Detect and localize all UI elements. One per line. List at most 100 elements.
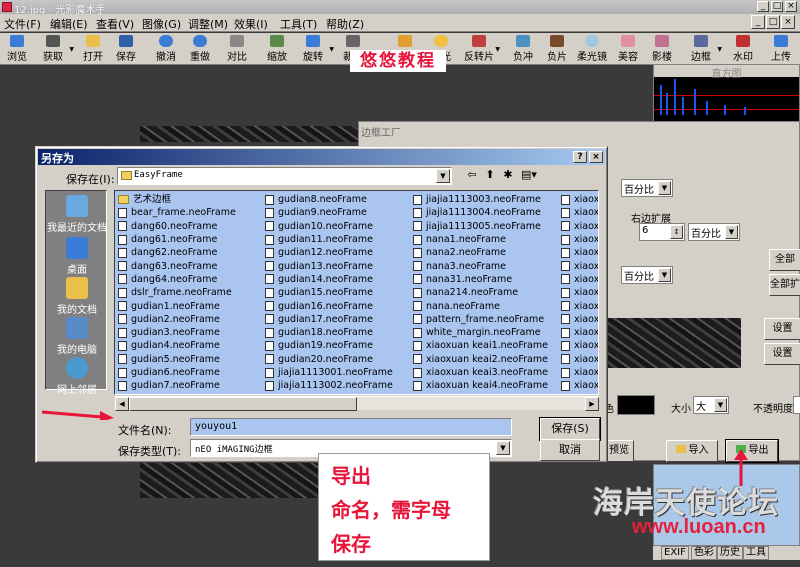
file-item[interactable]: 艺术边框 xyxy=(118,193,236,206)
file-item[interactable]: nana3.neoFrame xyxy=(413,259,548,272)
unit-select-1[interactable]: 百分比 ▼ xyxy=(621,179,673,197)
preview-button[interactable]: 预览 xyxy=(604,440,634,462)
file-item[interactable]: gudian18.neoFrame xyxy=(265,326,393,339)
file-item[interactable]: dang63.neoFrame xyxy=(118,259,236,272)
file-item[interactable]: gudian16.neoFrame xyxy=(265,299,393,312)
mdi-close-button[interactable]: × xyxy=(781,15,795,29)
tool-reversal[interactable]: 反转片 ▼ xyxy=(462,34,500,64)
maximize-button[interactable]: □ xyxy=(771,1,783,12)
file-item[interactable]: xiaoxu xyxy=(561,206,598,219)
file-item[interactable]: nana1.neoFrame xyxy=(413,233,548,246)
tool-zoom[interactable]: 缩放 xyxy=(260,34,294,64)
size-select[interactable]: 大 ▼ xyxy=(693,396,729,414)
tool-save[interactable]: 保存 xyxy=(109,34,143,64)
tool-rotate[interactable]: 旋转 ▼ xyxy=(296,34,334,64)
scroll-right-icon[interactable]: ▶ xyxy=(585,397,599,411)
mdi-minimize-button[interactable]: _ xyxy=(751,15,765,29)
tool-undo[interactable]: 撤消 xyxy=(149,34,183,64)
view-menu-icon[interactable]: ▤▾ xyxy=(518,167,540,183)
place-desktop[interactable]: 桌面 xyxy=(46,237,108,276)
apply-all-button[interactable]: 全部 xyxy=(769,249,800,271)
file-item[interactable]: gudian1.neoFrame xyxy=(118,299,236,312)
right-expand-input[interactable]: 6 ↕ xyxy=(639,223,685,241)
menu-tools[interactable]: 工具(T) xyxy=(280,16,317,32)
tool-compare[interactable]: 对比 xyxy=(220,34,254,64)
file-item[interactable]: gudian9.neoFrame xyxy=(265,206,393,219)
save-button[interactable]: 保存(S) xyxy=(539,417,601,441)
file-item[interactable]: xiaoxu xyxy=(561,286,598,299)
file-item[interactable]: gudian4.neoFrame xyxy=(118,339,236,352)
file-item[interactable]: nana214.neoFrame xyxy=(413,286,548,299)
tool-open[interactable]: 打开 xyxy=(76,34,110,64)
file-item[interactable]: bear_frame.neoFrame xyxy=(118,206,236,219)
file-item[interactable]: nana31.neoFrame xyxy=(413,273,548,286)
tool-browse[interactable]: 浏览 xyxy=(0,34,34,64)
opacity-input[interactable] xyxy=(793,396,800,414)
file-item[interactable]: dang61.neoFrame xyxy=(118,233,236,246)
file-item[interactable]: gudian10.neoFrame xyxy=(265,220,393,233)
file-item[interactable]: xiaoxu xyxy=(561,233,598,246)
tool-soft-focus[interactable]: 柔光镜 xyxy=(575,34,609,64)
file-item[interactable]: dang60.neoFrame xyxy=(118,220,236,233)
scroll-left-icon[interactable]: ◀ xyxy=(115,397,129,411)
filename-input[interactable]: youyou1 xyxy=(190,418,512,436)
file-item[interactable]: gudian11.neoFrame xyxy=(265,233,393,246)
file-item[interactable]: gudian13.neoFrame xyxy=(265,259,393,272)
tool-upload[interactable]: 上传 xyxy=(764,34,798,64)
file-item[interactable]: xiaoxu xyxy=(561,259,598,272)
file-item[interactable]: xiaoxu xyxy=(561,299,598,312)
file-item[interactable]: xiaoxu xyxy=(561,326,598,339)
tool-studio[interactable]: 影楼 xyxy=(645,34,679,64)
new-folder-icon[interactable]: ✱ xyxy=(500,167,516,183)
tool-beauty[interactable]: 美容 xyxy=(611,34,645,64)
settings-button-1[interactable]: 设置 xyxy=(764,318,800,340)
tool-redo[interactable]: 重做 xyxy=(183,34,217,64)
file-item[interactable]: gudian19.neoFrame xyxy=(265,339,393,352)
file-item[interactable]: white_margin.neoFrame xyxy=(413,326,548,339)
menu-view[interactable]: 查看(V) xyxy=(96,16,134,32)
unit-select-3[interactable]: 百分比 ▼ xyxy=(621,266,673,284)
tool-border[interactable]: 边框 ▼ xyxy=(684,34,722,64)
tab-exif[interactable]: EXIF xyxy=(661,546,689,560)
file-item[interactable]: jiajia1113003.neoFrame xyxy=(413,193,548,206)
import-button[interactable]: 导入 xyxy=(666,440,718,462)
tab-tools[interactable]: 工具 xyxy=(743,546,769,560)
file-item[interactable]: jiajia1113005.neoFrame xyxy=(413,220,548,233)
place-my-documents[interactable]: 我的文档 xyxy=(46,277,108,316)
file-item[interactable]: xiaoxu xyxy=(561,220,598,233)
tool-negative[interactable]: 负片 xyxy=(540,34,574,64)
menu-effect[interactable]: 效果(I) xyxy=(234,16,268,32)
place-network[interactable]: 网上邻居 xyxy=(46,357,108,396)
file-item[interactable]: nana2.neoFrame xyxy=(413,246,548,259)
file-item[interactable]: xiaoxu xyxy=(561,273,598,286)
file-item[interactable]: gudian20.neoFrame xyxy=(265,353,393,366)
mdi-restore-button[interactable]: □ xyxy=(766,15,780,29)
file-item[interactable]: gudian6.neoFrame xyxy=(118,366,236,379)
file-item[interactable]: dang64.neoFrame xyxy=(118,273,236,286)
expand-all-button[interactable]: 全部扩 xyxy=(769,274,800,296)
file-item[interactable]: gudian15.neoFrame xyxy=(265,286,393,299)
place-my-computer[interactable]: 我的电脑 xyxy=(46,317,108,356)
file-item[interactable]: xiaoxu xyxy=(561,366,598,379)
menu-edit[interactable]: 编辑(E) xyxy=(50,16,88,32)
tool-watermark[interactable]: 水印 xyxy=(726,34,760,64)
file-item[interactable]: nana.neoFrame xyxy=(413,299,548,312)
file-item[interactable]: xiaoxu xyxy=(561,246,598,259)
file-item[interactable]: gudian8.neoFrame xyxy=(265,193,393,206)
file-item[interactable]: dang62.neoFrame xyxy=(118,246,236,259)
file-item[interactable]: gudian2.neoFrame xyxy=(118,313,236,326)
save-in-select[interactable]: EasyFrame ▼ xyxy=(117,167,452,185)
file-item[interactable]: xiaoxuan keai1.neoFrame xyxy=(413,339,548,352)
color-swatch[interactable] xyxy=(617,395,655,415)
tool-acquire[interactable]: 获取 ▼ xyxy=(36,34,74,64)
file-item[interactable]: gudian7.neoFrame xyxy=(118,379,236,392)
file-item[interactable]: dslr_frame.neoFrame xyxy=(118,286,236,299)
scroll-thumb[interactable] xyxy=(129,397,357,411)
unit-select-2[interactable]: 百分比 ▼ xyxy=(688,223,740,241)
menu-adjust[interactable]: 调整(M) xyxy=(188,16,228,32)
menu-help[interactable]: 帮助(Z) xyxy=(326,16,364,32)
tool-cross-process[interactable]: 负冲 xyxy=(506,34,540,64)
file-item[interactable]: xiaoxuan keai3.neoFrame xyxy=(413,366,548,379)
place-recent[interactable]: 我最近的文档 xyxy=(46,195,108,234)
help-button[interactable]: ? xyxy=(573,151,587,163)
